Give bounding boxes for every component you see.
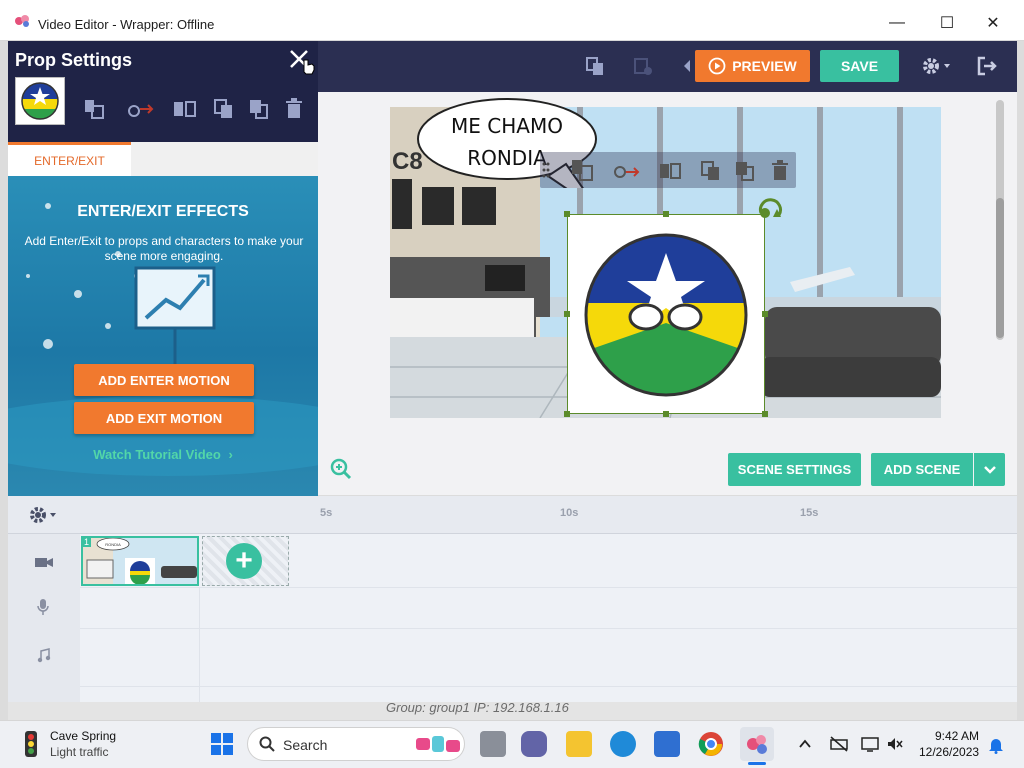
tick-5s: 5s bbox=[320, 507, 333, 519]
microsoft-store-icon[interactable] bbox=[654, 731, 680, 757]
motion-path-icon[interactable] bbox=[126, 98, 156, 120]
network-off-icon[interactable] bbox=[829, 736, 849, 752]
swap-prop-icon[interactable] bbox=[570, 158, 596, 182]
timeline-settings-gear-icon[interactable] bbox=[28, 505, 62, 525]
motion-path-icon[interactable] bbox=[612, 160, 642, 182]
clock-time[interactable]: 9:42 AM bbox=[935, 729, 979, 743]
resize-handle-r[interactable] bbox=[762, 311, 768, 317]
preview-label: PREVIEW bbox=[732, 58, 797, 74]
scene-number-badge: 1 bbox=[82, 537, 92, 547]
copy-icon[interactable] bbox=[584, 55, 606, 77]
watch-tutorial-link[interactable]: Watch Tutorial Video › bbox=[8, 447, 318, 462]
selected-prop[interactable] bbox=[567, 214, 765, 414]
chevron-down-icon bbox=[983, 465, 996, 474]
bubble-line-1: ME CHAMO bbox=[451, 114, 563, 138]
panel-title: Prop Settings bbox=[15, 50, 133, 70]
delete-prop-icon[interactable] bbox=[770, 160, 790, 182]
video-editor-taskbar-icon[interactable] bbox=[744, 731, 770, 757]
track-divider bbox=[80, 587, 1017, 588]
search-placeholder: Search bbox=[283, 737, 328, 753]
mouse-cursor-icon bbox=[303, 59, 315, 75]
add-enter-motion-button[interactable]: ADD ENTER MOTION bbox=[74, 364, 254, 396]
volume-muted-icon[interactable] bbox=[886, 736, 904, 752]
resize-handle-bl[interactable] bbox=[564, 411, 570, 417]
track-column-divider bbox=[199, 587, 200, 702]
tick-10s: 10s bbox=[560, 507, 579, 519]
swap-prop-icon[interactable] bbox=[83, 98, 105, 120]
play-icon bbox=[708, 57, 726, 75]
flip-icon[interactable] bbox=[172, 98, 198, 120]
resize-handle-tl[interactable] bbox=[564, 211, 570, 217]
video-camera-icon bbox=[35, 558, 53, 567]
rondonia-ball-icon bbox=[584, 233, 748, 397]
teams-chat-icon[interactable] bbox=[521, 731, 547, 757]
track-divider bbox=[80, 686, 1017, 687]
bring-forward-icon[interactable] bbox=[213, 98, 235, 120]
search-highlight-icon bbox=[416, 736, 460, 752]
microphone-icon bbox=[37, 599, 49, 615]
watch-tutorial-label: Watch Tutorial Video bbox=[93, 447, 221, 462]
minimize-button[interactable]: — bbox=[874, 8, 920, 38]
resize-handle-t[interactable] bbox=[663, 211, 669, 217]
display-icon[interactable] bbox=[860, 736, 880, 752]
flip-icon[interactable] bbox=[658, 160, 682, 182]
search-icon bbox=[259, 736, 275, 752]
traffic-light-icon[interactable] bbox=[18, 729, 44, 759]
scene-thumbnail[interactable]: RONDIA bbox=[81, 536, 199, 586]
resize-handle-b[interactable] bbox=[663, 411, 669, 417]
active-app-indicator bbox=[748, 762, 766, 765]
resize-handle-br[interactable] bbox=[762, 411, 768, 417]
tick-15s: 15s bbox=[800, 507, 819, 519]
stage-scrollbar-thumb[interactable] bbox=[996, 198, 1004, 338]
save-button[interactable]: SAVE bbox=[820, 50, 899, 82]
weather-location[interactable]: Cave Spring bbox=[50, 729, 116, 743]
scene-settings-button[interactable]: SCENE SETTINGS bbox=[728, 453, 861, 486]
edge-browser-icon[interactable] bbox=[610, 731, 636, 757]
task-view-icon[interactable] bbox=[480, 731, 506, 757]
mini-bubble-text: RONDIA bbox=[105, 542, 121, 547]
status-text: Group: group1 IP: 192.168.1.16 bbox=[386, 700, 569, 715]
timeline-ruler bbox=[8, 496, 1017, 534]
resize-handle-l[interactable] bbox=[564, 311, 570, 317]
plus-icon[interactable]: + bbox=[226, 543, 262, 579]
add-exit-motion-button[interactable]: ADD EXIT MOTION bbox=[74, 402, 254, 434]
prop-thumbnail bbox=[15, 77, 65, 125]
close-window-button[interactable]: ✕ bbox=[970, 8, 1016, 38]
chevron-up-icon[interactable] bbox=[798, 737, 812, 751]
music-note-icon bbox=[37, 648, 51, 663]
windows-start-icon[interactable] bbox=[210, 732, 234, 756]
add-scene-dropdown-button[interactable] bbox=[974, 453, 1005, 486]
window-title: Video Editor - Wrapper: Offline bbox=[38, 17, 215, 32]
chrome-icon[interactable] bbox=[698, 731, 724, 757]
weather-status: Light traffic bbox=[50, 745, 109, 759]
send-backward-icon[interactable] bbox=[734, 160, 756, 182]
file-explorer-icon[interactable] bbox=[566, 731, 592, 757]
notification-bell-icon[interactable] bbox=[988, 736, 1004, 754]
scene-thumbnail-image: RONDIA bbox=[83, 538, 197, 584]
chevron-right-icon: › bbox=[228, 447, 233, 462]
bring-forward-icon[interactable] bbox=[700, 160, 722, 182]
drag-handle-icon[interactable] bbox=[541, 160, 551, 180]
effects-description: Add Enter/Exit to props and characters t… bbox=[24, 234, 304, 263]
track-divider bbox=[80, 628, 1017, 629]
delete-icon[interactable] bbox=[285, 98, 303, 120]
clock-date[interactable]: 12/26/2023 bbox=[919, 745, 979, 759]
paste-icon[interactable] bbox=[632, 55, 654, 77]
app-logo-icon bbox=[15, 15, 29, 27]
send-backward-icon[interactable] bbox=[248, 98, 270, 120]
effects-heading: ENTER/EXIT EFFECTS bbox=[77, 203, 249, 220]
settings-gear-icon[interactable] bbox=[920, 55, 954, 77]
preview-button[interactable]: PREVIEW bbox=[695, 50, 810, 82]
zoom-in-icon[interactable] bbox=[330, 458, 352, 480]
rondonia-thumb-icon bbox=[21, 82, 59, 120]
add-scene-button[interactable]: ADD SCENE bbox=[871, 453, 973, 486]
exit-icon[interactable] bbox=[975, 55, 999, 77]
maximize-button[interactable]: ☐ bbox=[924, 8, 970, 38]
tab-enter-exit[interactable]: ENTER/EXIT bbox=[8, 142, 131, 176]
rotate-handle-icon[interactable] bbox=[755, 193, 787, 223]
